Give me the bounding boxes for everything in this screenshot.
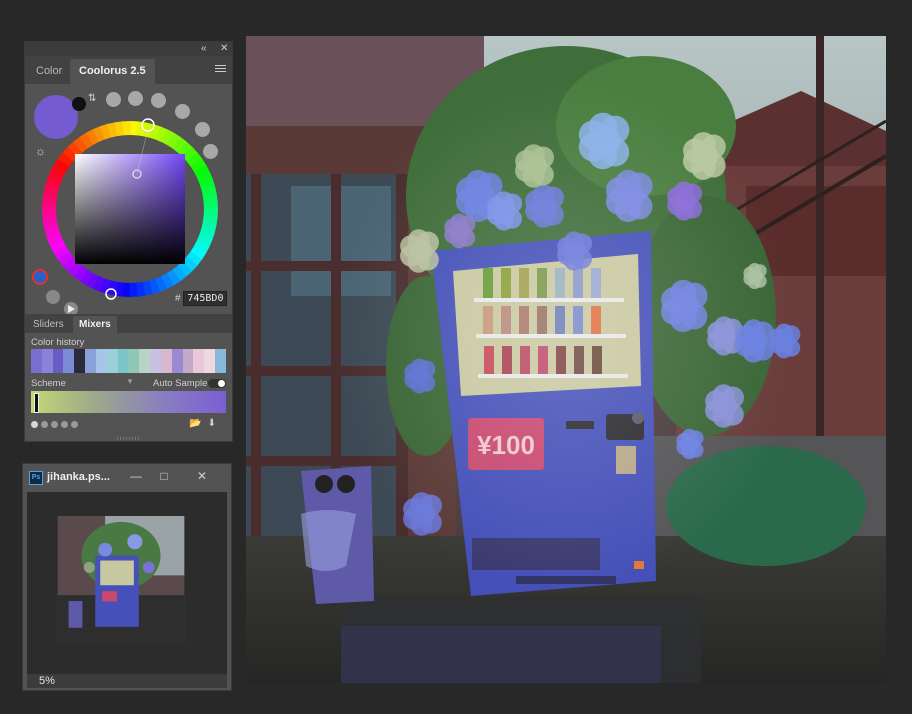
hex-input[interactable]: 745BD0 [183,291,228,306]
history-swatch[interactable] [160,349,172,373]
hex-row: # 745BD0 [175,291,228,306]
scheme-dot[interactable] [51,421,58,428]
history-swatch[interactable] [106,349,118,373]
scheme-dots [31,421,78,428]
tab-coolorus[interactable]: Coolorus 2.5 [70,59,155,84]
document-title: jihanka.ps... [47,471,110,483]
close-icon[interactable]: ✕ [189,466,215,486]
color-history-strip[interactable] [31,349,226,373]
history-swatch[interactable] [139,349,151,373]
folder-icon[interactable]: 📂 [189,418,201,429]
panel-titlebar[interactable]: « ✕ [25,42,232,56]
gradient-marker[interactable] [34,393,39,413]
navigator-panel: Ps jihanka.ps... — □ ✕ 5% [22,463,232,691]
history-swatch[interactable] [85,349,96,373]
auto-sample-toggle[interactable] [208,379,226,388]
mixer-tabbar: Sliders Mixers [25,314,232,333]
zoom-level[interactable]: 5% [39,674,55,688]
navigator-preview[interactable] [27,492,227,674]
color-history-label: Color history [31,337,85,348]
history-swatch[interactable] [31,349,42,373]
history-swatch[interactable] [150,349,161,373]
collapse-icon[interactable]: « [201,42,207,56]
panel-tabbar: Color Coolorus 2.5 [25,56,232,84]
save-icon[interactable]: ⬇ [208,418,216,429]
history-swatch[interactable] [74,349,86,373]
history-swatch[interactable] [215,349,226,373]
scheme-dot[interactable] [31,421,38,428]
saturation-value-shade [75,154,185,264]
panel-menu-icon[interactable] [215,65,226,73]
history-swatch[interactable] [182,349,194,373]
maximize-icon[interactable]: □ [151,466,177,486]
color-wheel-area: ⇅ ☼ # 745BD0 [25,84,232,314]
scheme-dot[interactable] [61,421,68,428]
scheme-dot[interactable] [41,421,48,428]
minimize-icon[interactable]: — [123,466,149,486]
scheme-label: Scheme [31,378,66,389]
photoshop-icon: Ps [29,471,43,485]
tab-mixers[interactable]: Mixers [73,316,117,333]
puddle [341,626,661,683]
scheme-gradient-bar[interactable] [31,391,226,413]
navigator-statusbar: 5% [27,674,227,688]
tab-color[interactable]: Color [27,59,71,84]
triad-icon[interactable] [46,290,60,304]
panel-bottom-icons: 📂 ⬇ [189,418,216,429]
auto-sample-label: Auto Sample [153,378,208,389]
history-swatch[interactable] [128,349,140,373]
history-swatch[interactable] [41,349,53,373]
history-swatch[interactable] [95,349,107,373]
close-icon[interactable]: ✕ [220,42,228,56]
document-canvas[interactable]: ¥100 [246,36,886,683]
history-swatch[interactable] [171,349,183,373]
resize-grip[interactable] [117,437,141,440]
navigator-thumbnail [57,516,185,644]
scheme-dot[interactable] [71,421,78,428]
history-swatch[interactable] [63,349,75,373]
color-wheel[interactable] [25,84,234,314]
chevron-down-icon[interactable]: ▼ [126,377,134,386]
harmony-icon[interactable] [32,269,48,285]
history-swatch[interactable] [204,349,216,373]
coolorus-panel: « ✕ Color Coolorus 2.5 ⇅ ☼ # 745BD0 Slid… [24,41,233,442]
history-swatch[interactable] [193,349,205,373]
hex-prefix: # [175,293,181,304]
history-swatch[interactable] [52,349,64,373]
history-swatch[interactable] [117,349,129,373]
tab-sliders[interactable]: Sliders [27,316,70,333]
